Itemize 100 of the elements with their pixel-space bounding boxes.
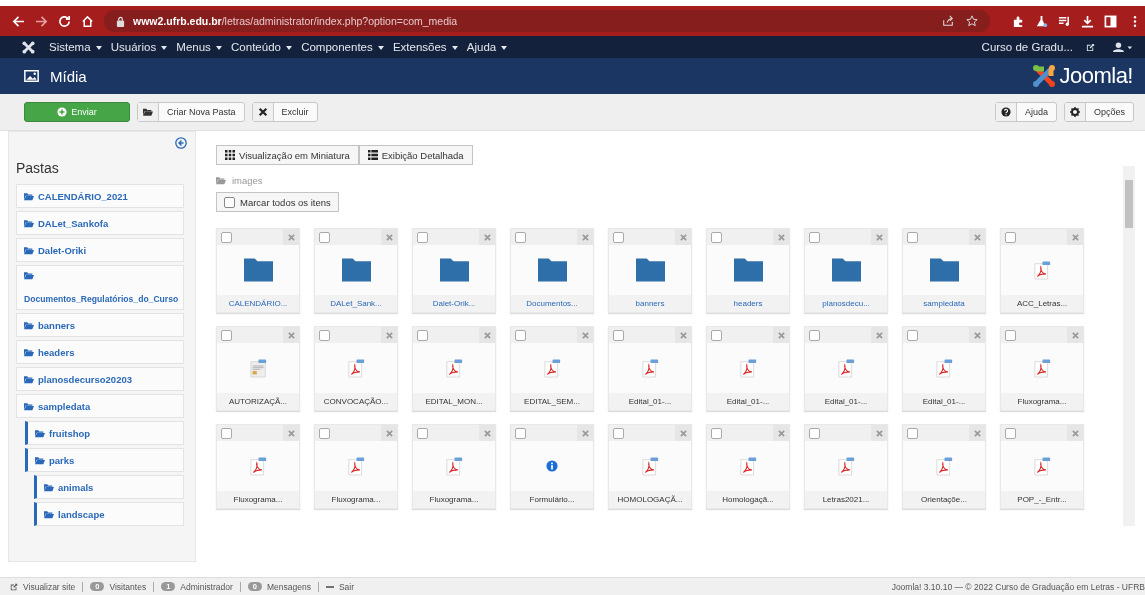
delete-item-button[interactable]	[773, 327, 789, 343]
item-checkbox[interactable]	[417, 231, 428, 243]
item-checkbox[interactable]	[711, 427, 722, 439]
home-icon[interactable]	[81, 14, 94, 28]
delete-item-button[interactable]	[773, 229, 789, 245]
item-checkbox[interactable]	[907, 427, 918, 439]
folder-link[interactable]: sampledata	[16, 394, 184, 418]
help-button[interactable]: Ajuda	[994, 102, 1057, 122]
download-icon[interactable]	[1081, 14, 1094, 28]
item-checkbox[interactable]	[319, 231, 330, 243]
media-thumbnail[interactable]: Letras2021...	[804, 424, 888, 509]
item-checkbox[interactable]	[515, 231, 526, 243]
item-checkbox[interactable]	[809, 427, 820, 439]
media-thumbnail[interactable]: AUTORIZAÇÃ...	[216, 326, 300, 411]
menu-item[interactable]: Conteúdo	[231, 41, 293, 53]
item-checkbox[interactable]	[613, 329, 624, 341]
delete-item-button[interactable]	[479, 229, 495, 245]
delete-item-button[interactable]	[283, 229, 299, 245]
share-icon[interactable]	[942, 15, 954, 27]
media-thumbnail[interactable]: ACC_Letras...	[1000, 228, 1084, 313]
delete-item-button[interactable]	[969, 425, 985, 441]
delete-item-button[interactable]	[479, 425, 495, 441]
collapse-icon[interactable]	[175, 137, 187, 149]
media-thumbnail[interactable]: Fluxograma...	[216, 424, 300, 509]
media-thumbnail[interactable]: Homologaçã...	[706, 424, 790, 509]
user-menu-icon[interactable]	[1113, 41, 1133, 53]
folder-link[interactable]: banners	[16, 313, 184, 337]
view-toggle[interactable]: Visualização em Miniatura	[216, 145, 359, 165]
media-thumbnail[interactable]: Orientaçõe...	[902, 424, 986, 509]
site-link[interactable]: Curso de Gradu...	[981, 41, 1073, 53]
delete-item-button[interactable]	[675, 327, 691, 343]
puzzle-icon[interactable]	[1012, 14, 1025, 28]
menu-item[interactable]: Sistema	[49, 41, 102, 53]
media-thumbnail[interactable]: HOMOLOGAÇÃ...	[608, 424, 692, 509]
delete-item-button[interactable]	[871, 425, 887, 441]
delete-item-button[interactable]	[969, 229, 985, 245]
delete-item-button[interactable]	[283, 425, 299, 441]
item-checkbox[interactable]	[1005, 427, 1016, 439]
menu-item[interactable]: Componentes	[301, 41, 384, 53]
media-thumbnail[interactable]: sampledata	[902, 228, 986, 313]
item-checkbox[interactable]	[221, 329, 232, 341]
delete-item-button[interactable]	[479, 327, 495, 343]
folder-link[interactable]: Dalet-Oriki	[16, 238, 184, 262]
folder-link[interactable]: parks	[25, 448, 184, 472]
item-checkbox[interactable]	[319, 427, 330, 439]
delete-button[interactable]: Excluir	[251, 102, 318, 122]
item-checkbox[interactable]	[907, 329, 918, 341]
item-checkbox[interactable]	[809, 231, 820, 243]
item-checkbox[interactable]	[515, 427, 526, 439]
delete-item-button[interactable]	[1067, 229, 1083, 245]
delete-item-button[interactable]	[871, 229, 887, 245]
options-button[interactable]: Opções	[1063, 102, 1134, 122]
scrollbar[interactable]	[1123, 166, 1135, 526]
item-checkbox[interactable]	[319, 329, 330, 341]
status-link[interactable]: Administrador	[180, 581, 233, 592]
delete-item-button[interactable]	[381, 425, 397, 441]
media-thumbnail[interactable]: Edital_01-...	[608, 326, 692, 411]
new-folder-button[interactable]: Criar Nova Pasta	[137, 102, 245, 122]
status-link[interactable]: Visitantes	[109, 581, 147, 592]
folder-link[interactable]: animals	[34, 475, 184, 499]
reload-icon[interactable]	[58, 14, 71, 28]
media-thumbnail[interactable]: EDITAL_MON...	[412, 326, 496, 411]
media-thumbnail[interactable]: Edital_01-...	[902, 326, 986, 411]
folder-link[interactable]: planosdecurso20203	[16, 367, 184, 391]
media-thumbnail[interactable]: Fluxograma...	[412, 424, 496, 509]
item-checkbox[interactable]	[221, 231, 232, 243]
folder-link[interactable]: DALet_Sankofa	[16, 211, 184, 235]
media-thumbnail[interactable]: Formulário...	[510, 424, 594, 509]
checkbox[interactable]	[224, 196, 235, 208]
menu-icon[interactable]	[1133, 14, 1137, 28]
media-thumbnail[interactable]: EDITAL_SEM...	[510, 326, 594, 411]
media-thumbnail[interactable]: headers	[706, 228, 790, 313]
back-icon[interactable]	[12, 14, 25, 28]
delete-item-button[interactable]	[1067, 425, 1083, 441]
forward-icon[interactable]	[35, 14, 48, 28]
delete-item-button[interactable]	[969, 327, 985, 343]
delete-item-button[interactable]	[871, 327, 887, 343]
star-icon[interactable]	[966, 15, 978, 27]
media-thumbnail[interactable]: Fluxograma...	[1000, 326, 1084, 411]
menu-item[interactable]: Menus	[176, 41, 223, 53]
delete-item-button[interactable]	[1067, 327, 1083, 343]
item-checkbox[interactable]	[711, 329, 722, 341]
delete-item-button[interactable]	[381, 229, 397, 245]
item-checkbox[interactable]	[907, 231, 918, 243]
menu-item[interactable]: Usuários	[110, 41, 168, 53]
delete-item-button[interactable]	[577, 327, 593, 343]
media-thumbnail[interactable]: POP_-_Entr...	[1000, 424, 1084, 509]
item-checkbox[interactable]	[417, 329, 428, 341]
item-checkbox[interactable]	[711, 231, 722, 243]
media-thumbnail[interactable]: planosdecu...	[804, 228, 888, 313]
media-thumbnail[interactable]: banners	[608, 228, 692, 313]
status-link[interactable]: Mensagens	[266, 581, 311, 592]
view-toggle[interactable]: Exibição Detalhada	[358, 145, 473, 165]
media-thumbnail[interactable]: Documentos...	[510, 228, 594, 313]
delete-item-button[interactable]	[675, 229, 691, 245]
item-checkbox[interactable]	[221, 427, 232, 439]
item-checkbox[interactable]	[1005, 329, 1016, 341]
menu-item[interactable]: Ajuda	[466, 41, 508, 53]
media-thumbnail[interactable]: DALet_Sank...	[314, 228, 398, 313]
delete-item-button[interactable]	[381, 327, 397, 343]
